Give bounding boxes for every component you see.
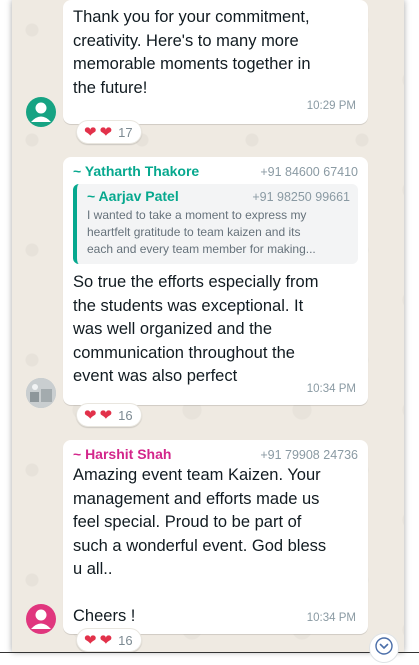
quoted-line: I wanted to take a moment to express my [87,208,307,222]
message-time: 10:34 PM [306,383,356,395]
message-bubble[interactable]: ~ Yatharth Thakore +91 84600 67410 ~ Aar… [63,157,368,405]
heart-emoji-icon: ❤ [84,406,97,424]
heart-emoji-icon: ❤ [84,631,97,649]
sender-phone: +91 79908 24736 [260,448,358,462]
quoted-sender-name: ~ Aarjav Patel [87,188,179,204]
message-bubble[interactable]: Thank you for your commitment, creativit… [63,0,368,124]
chat-window[interactable]: Thank you for your commitment, creativit… [12,0,404,652]
reaction-count: 17 [118,124,133,140]
quoted-sender-header: ~ Aarjav Patel +91 98250 99661 [87,188,350,204]
message-bubble[interactable]: ~ Harshit Shah +91 79908 24736 Amazing e… [63,440,368,634]
quoted-message[interactable]: ~ Aarjav Patel +91 98250 99661 I wanted … [73,184,358,264]
message-text: So true the efforts especially from the … [73,271,358,389]
default-person-icon[interactable] [26,97,56,127]
message-line: the future! [73,78,148,97]
message-line: memorable moments together in [73,55,311,73]
default-person-icon[interactable] [26,604,56,634]
heart-emoji-icon: ❤ [99,406,113,424]
sender-header: ~ Yatharth Thakore +91 84600 67410 [73,163,358,179]
message-line: communication throughout the [73,343,295,362]
message-line: was well organized and the [73,320,273,338]
message-line: Amazing event team Kaizen. Your [73,466,321,484]
message-line: the students was exceptional. It [73,296,304,315]
message-text: Thank you for your commitment, creativit… [73,6,358,100]
quoted-line: each and every team member for making... [87,242,316,256]
reaction-pill[interactable]: ❤ ❤ 16 [76,628,142,652]
message-line: such a wonderful event. God bless [73,536,327,555]
message-line: feel special. Proud to be part of [73,513,302,531]
message-line: Thank you for your commitment, [73,8,310,26]
sender-name[interactable]: ~ Harshit Shah [73,446,171,462]
quoted-text: I wanted to take a moment to express my … [87,207,350,258]
message-line: u all.. [73,560,113,578]
reaction-count: 16 [118,407,133,423]
reaction-pill[interactable]: ❤ ❤ 16 [76,403,142,427]
message-line: So true the efforts especially from [73,273,319,291]
message-line: creativity. Here's to many more [73,31,299,50]
message-text: Amazing event team Kaizen. Your manageme… [73,464,358,629]
photo-avatar-icon[interactable] [26,378,56,408]
reaction-count: 16 [118,632,133,648]
heart-emoji-icon: ❤ [99,123,113,141]
message-line: management and efforts made us [73,489,320,508]
sender-name[interactable]: ~ Yatharth Thakore [73,163,199,179]
quoted-line: heartfelt gratitude to team kaizen and i… [87,225,301,239]
scroll-to-bottom-button[interactable] [369,633,399,663]
bottom-edge-divider [0,652,419,653]
sender-header: ~ Harshit Shah +91 79908 24736 [73,446,358,462]
chevron-down-icon [375,636,393,660]
message-time: 10:29 PM [306,100,356,112]
message-line [73,582,358,606]
heart-emoji-icon: ❤ [84,123,97,141]
quoted-sender-phone: +91 98250 99661 [252,190,350,204]
reaction-pill[interactable]: ❤ ❤ 17 [76,120,142,144]
heart-emoji-icon: ❤ [99,631,113,649]
sender-phone: +91 84600 67410 [260,165,358,179]
message-time: 10:34 PM [306,612,356,624]
